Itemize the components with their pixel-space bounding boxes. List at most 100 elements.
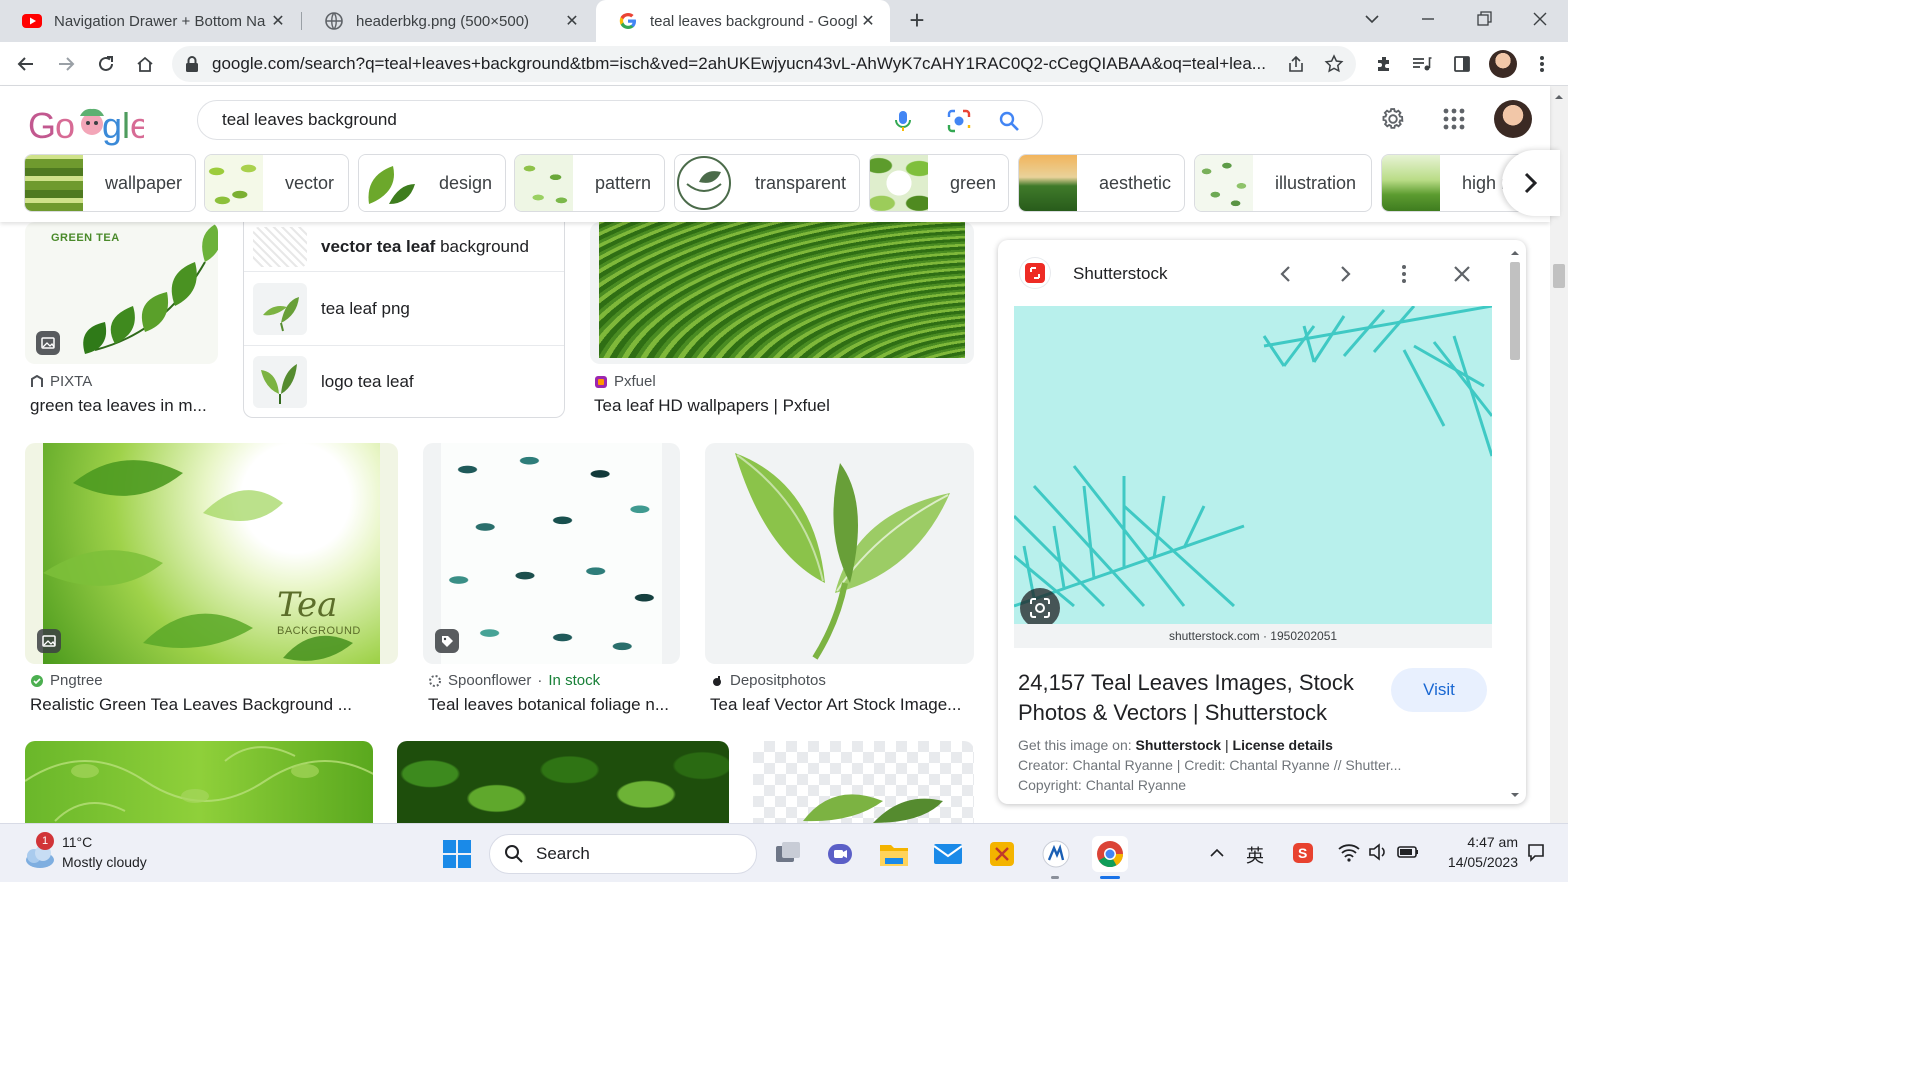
taskbar-search[interactable]: Search — [489, 834, 757, 874]
chip-vector[interactable]: vector — [204, 154, 349, 212]
extensions-icon[interactable] — [1372, 52, 1396, 76]
panel-scrollbar[interactable] — [1508, 248, 1522, 800]
app-icon[interactable] — [1038, 836, 1074, 872]
more-options-icon[interactable] — [1394, 264, 1414, 284]
result-image-depositphotos[interactable] — [705, 443, 974, 664]
mail-icon[interactable] — [930, 836, 966, 872]
weather-condition[interactable]: Mostly cloudy — [62, 854, 147, 870]
result-source[interactable]: Pngtree — [30, 672, 103, 689]
file-explorer-icon[interactable] — [876, 836, 912, 872]
related-item[interactable]: tea leaf png — [244, 273, 564, 346]
chip-design[interactable]: design — [358, 154, 506, 212]
snipping-tool-icon[interactable] — [984, 836, 1020, 872]
tab-headerbkg[interactable]: headerbkg.png (500×500) ✕ — [302, 0, 594, 42]
visual-search-icon[interactable] — [1020, 588, 1060, 624]
related-item[interactable]: logo tea leaf — [244, 347, 564, 417]
back-icon[interactable] — [14, 52, 38, 76]
svg-text:G: G — [28, 105, 56, 146]
close-tab-icon[interactable]: ✕ — [268, 11, 288, 31]
chips-next-button[interactable] — [1502, 150, 1560, 216]
teams-chat-icon[interactable] — [822, 836, 858, 872]
google-doodle-logo[interactable]: G o g l e — [28, 104, 144, 148]
new-tab-icon[interactable]: + — [904, 7, 930, 34]
chrome-taskbar-icon[interactable] — [1092, 836, 1128, 879]
chip-wallpaper[interactable]: wallpaper — [24, 154, 196, 212]
show-hidden-icons-icon[interactable] — [1208, 846, 1226, 860]
panel-title[interactable]: 24,157 Teal Leaves Images, Stock Photos &… — [1018, 668, 1354, 728]
weather-widget[interactable]: 1 — [20, 832, 56, 872]
chip-aesthetic[interactable]: aesthetic — [1018, 154, 1185, 212]
result-source[interactable]: PIXTA — [30, 373, 92, 390]
chrome-menu-icon[interactable] — [1530, 52, 1554, 76]
volume-icon[interactable] — [1368, 842, 1388, 862]
chip-pattern[interactable]: pattern — [514, 154, 665, 212]
result-title[interactable]: Tea leaf HD wallpapers | Pxfuel — [594, 396, 974, 416]
sogou-ime-icon[interactable]: S — [1292, 842, 1314, 864]
clock-date[interactable]: 14/05/2023 — [1434, 854, 1518, 870]
result-title[interactable]: Realistic Green Tea Leaves Background ..… — [30, 695, 398, 715]
tab-google-search[interactable]: teal leaves background - Google ✕ — [596, 0, 890, 42]
lens-search-icon[interactable] — [946, 108, 972, 134]
task-view-icon[interactable] — [770, 836, 806, 872]
result-title[interactable]: Teal leaves botanical foliage n... — [428, 695, 680, 715]
result-image-green-pattern[interactable] — [25, 741, 373, 823]
media-control-icon[interactable] — [1410, 52, 1434, 76]
result-image-pixta[interactable]: GREEN TEA — [25, 222, 218, 364]
home-icon[interactable] — [133, 52, 157, 76]
result-image-transparent-leaf[interactable] — [753, 741, 974, 823]
side-panel-icon[interactable] — [1450, 52, 1474, 76]
ime-indicator[interactable]: 英 — [1246, 842, 1264, 868]
notifications-icon[interactable] — [1526, 842, 1546, 864]
result-image-spoonflower[interactable] — [423, 443, 680, 664]
google-apps-icon[interactable] — [1443, 108, 1465, 130]
result-source[interactable]: Pxfuel — [594, 373, 656, 390]
result-image-pxfuel[interactable] — [590, 222, 974, 364]
weather-temp[interactable]: 11°C — [62, 834, 92, 850]
result-source[interactable]: Spoonflower · In stock — [428, 672, 600, 689]
get-image-site-link[interactable]: Shutterstock — [1136, 737, 1222, 753]
chip-thumbnail — [515, 155, 573, 211]
search-icon[interactable] — [998, 110, 1020, 132]
search-query[interactable]: teal leaves background — [222, 110, 397, 130]
bookmark-star-icon[interactable] — [1324, 54, 1344, 74]
tab-navigation-drawer[interactable]: Navigation Drawer + Bottom Na ✕ — [0, 0, 300, 42]
result-title[interactable]: Tea leaf Vector Art Stock Image... — [710, 695, 974, 715]
account-avatar[interactable] — [1494, 100, 1532, 138]
battery-icon[interactable] — [1396, 842, 1420, 862]
wifi-icon[interactable] — [1338, 842, 1360, 862]
license-details-link[interactable]: License details — [1233, 737, 1333, 753]
visit-button[interactable]: Visit — [1391, 668, 1487, 712]
share-icon[interactable] — [1286, 54, 1306, 74]
close-tab-icon[interactable]: ✕ — [858, 11, 878, 31]
minimize-icon[interactable] — [1418, 9, 1438, 29]
close-panel-icon[interactable] — [1452, 264, 1472, 284]
reload-icon[interactable] — [94, 52, 118, 76]
previous-image-icon[interactable] — [1276, 264, 1296, 284]
voice-search-icon[interactable] — [892, 109, 914, 133]
settings-gear-icon[interactable] — [1380, 106, 1406, 132]
next-image-icon[interactable] — [1335, 264, 1355, 284]
close-tab-icon[interactable]: ✕ — [562, 11, 582, 31]
related-item[interactable]: vector tea leaf background — [244, 222, 564, 272]
chip-transparent[interactable]: transparent — [674, 154, 860, 212]
forward-icon[interactable] — [54, 52, 78, 76]
chip-illustration[interactable]: illustration — [1194, 154, 1372, 212]
restore-icon[interactable] — [1474, 9, 1494, 29]
taskbar: 1 11°C Mostly cloudy Search 英 S 4:47 am … — [0, 823, 1568, 882]
close-window-icon[interactable] — [1530, 9, 1550, 29]
scrollbar-thumb[interactable] — [1553, 264, 1565, 288]
chip-green[interactable]: green — [869, 154, 1009, 212]
result-image-pngtree[interactable]: Tea BACKGROUND — [25, 443, 398, 664]
result-title[interactable]: green tea leaves in m... — [30, 396, 220, 416]
panel-site-name[interactable]: Shutterstock — [1073, 264, 1168, 284]
start-button[interactable] — [439, 836, 475, 872]
tab-search-icon[interactable] — [1362, 9, 1382, 29]
result-image-tea-bush[interactable] — [397, 741, 729, 823]
profile-avatar[interactable] — [1489, 50, 1517, 78]
search-box[interactable]: teal leaves background — [197, 100, 1043, 140]
result-source[interactable]: Depositphotos — [710, 672, 826, 689]
address-bar[interactable]: google.com/search?q=teal+leaves+backgrou… — [172, 46, 1356, 82]
lock-icon[interactable] — [184, 55, 200, 73]
panel-preview-image[interactable] — [1014, 306, 1492, 624]
clock-time[interactable]: 4:47 am — [1434, 834, 1518, 850]
